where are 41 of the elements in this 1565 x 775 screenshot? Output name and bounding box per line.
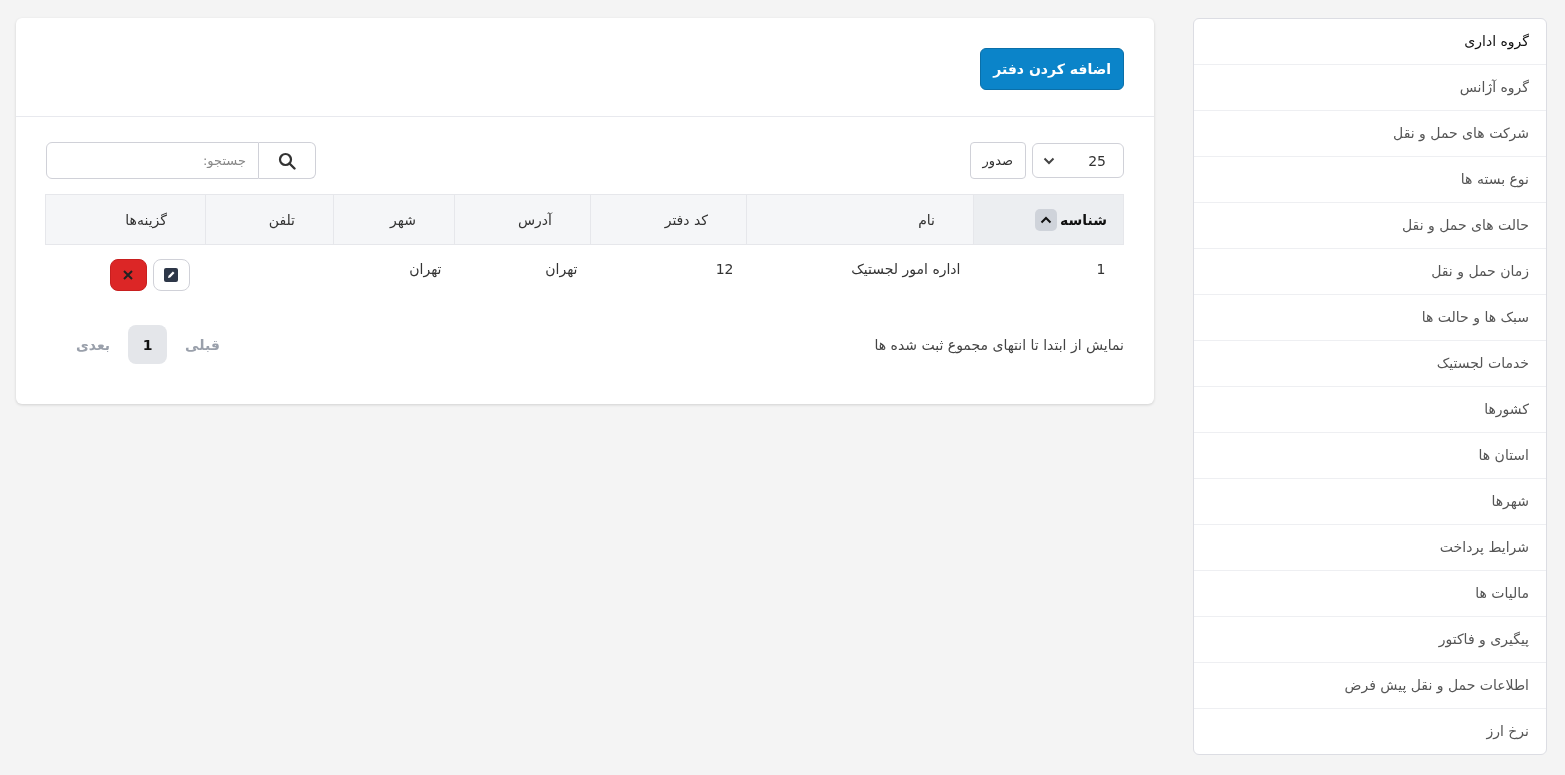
column-header[interactable]: گزینه‌ها: [45, 194, 206, 245]
add-office-button[interactable]: اضافه کردن دفتر: [980, 48, 1124, 90]
chevron-down-icon: [1043, 156, 1055, 165]
sidebar-item[interactable]: اطلاعات حمل و نقل پیش فرض: [1194, 663, 1546, 709]
sidebar-item[interactable]: پیگیری و فاکتور: [1194, 617, 1546, 663]
close-icon: [123, 270, 133, 280]
sidebar-item[interactable]: خدمات لجستیک: [1194, 341, 1546, 387]
table-cell: اداره امور لجستیک: [746, 244, 974, 297]
table-cell: 1: [973, 244, 1124, 297]
column-header[interactable]: شهر: [333, 194, 455, 245]
sidebar-item[interactable]: شرکت های حمل و نقل: [1194, 111, 1546, 157]
edit-button[interactable]: [152, 259, 190, 291]
export-button[interactable]: صدور: [969, 142, 1026, 179]
sort-ascending-icon[interactable]: [1035, 208, 1057, 231]
table-cell: 12: [590, 244, 747, 297]
table-cell: تهران: [333, 244, 455, 297]
search-button[interactable]: [259, 142, 316, 179]
sidebar-item[interactable]: حالت های حمل و نقل: [1194, 203, 1546, 249]
sidebar-item[interactable]: شهرها: [1194, 479, 1546, 525]
sidebar-item[interactable]: استان ها: [1194, 433, 1546, 479]
sidebar-item[interactable]: گروه اداری: [1194, 19, 1546, 65]
column-header[interactable]: تلفن: [205, 194, 334, 245]
sidebar-item[interactable]: شرایط پرداخت: [1194, 525, 1546, 571]
search-field[interactable]: جستجو:: [46, 142, 259, 179]
sidebar-item[interactable]: نرخ ارز: [1194, 709, 1546, 754]
sidebar-item[interactable]: مالیات ها: [1194, 571, 1546, 617]
sidebar-item[interactable]: زمان حمل و نقل: [1194, 249, 1546, 295]
delete-button[interactable]: [109, 259, 147, 291]
table-cell: تهران: [454, 244, 591, 297]
table-info-text: نمایش از ابتدا تا انتهای مجموع ثبت شده ها: [874, 336, 1124, 353]
search-icon: [278, 151, 296, 170]
sidebar-item[interactable]: سبک ها و حالت ها: [1194, 295, 1546, 341]
column-header[interactable]: آدرس: [454, 194, 591, 245]
edit-icon: [164, 268, 178, 282]
sidebar-item[interactable]: کشورها: [1194, 387, 1546, 433]
page-button[interactable]: 1: [128, 325, 168, 364]
sidebar-item[interactable]: گروه آژانس: [1194, 65, 1546, 111]
sidebar-item[interactable]: نوع بسته ها: [1194, 157, 1546, 203]
page-length-select[interactable]: 25: [1032, 143, 1124, 178]
column-header[interactable]: نام: [746, 194, 974, 245]
column-header[interactable]: کد دفتر: [590, 194, 747, 245]
